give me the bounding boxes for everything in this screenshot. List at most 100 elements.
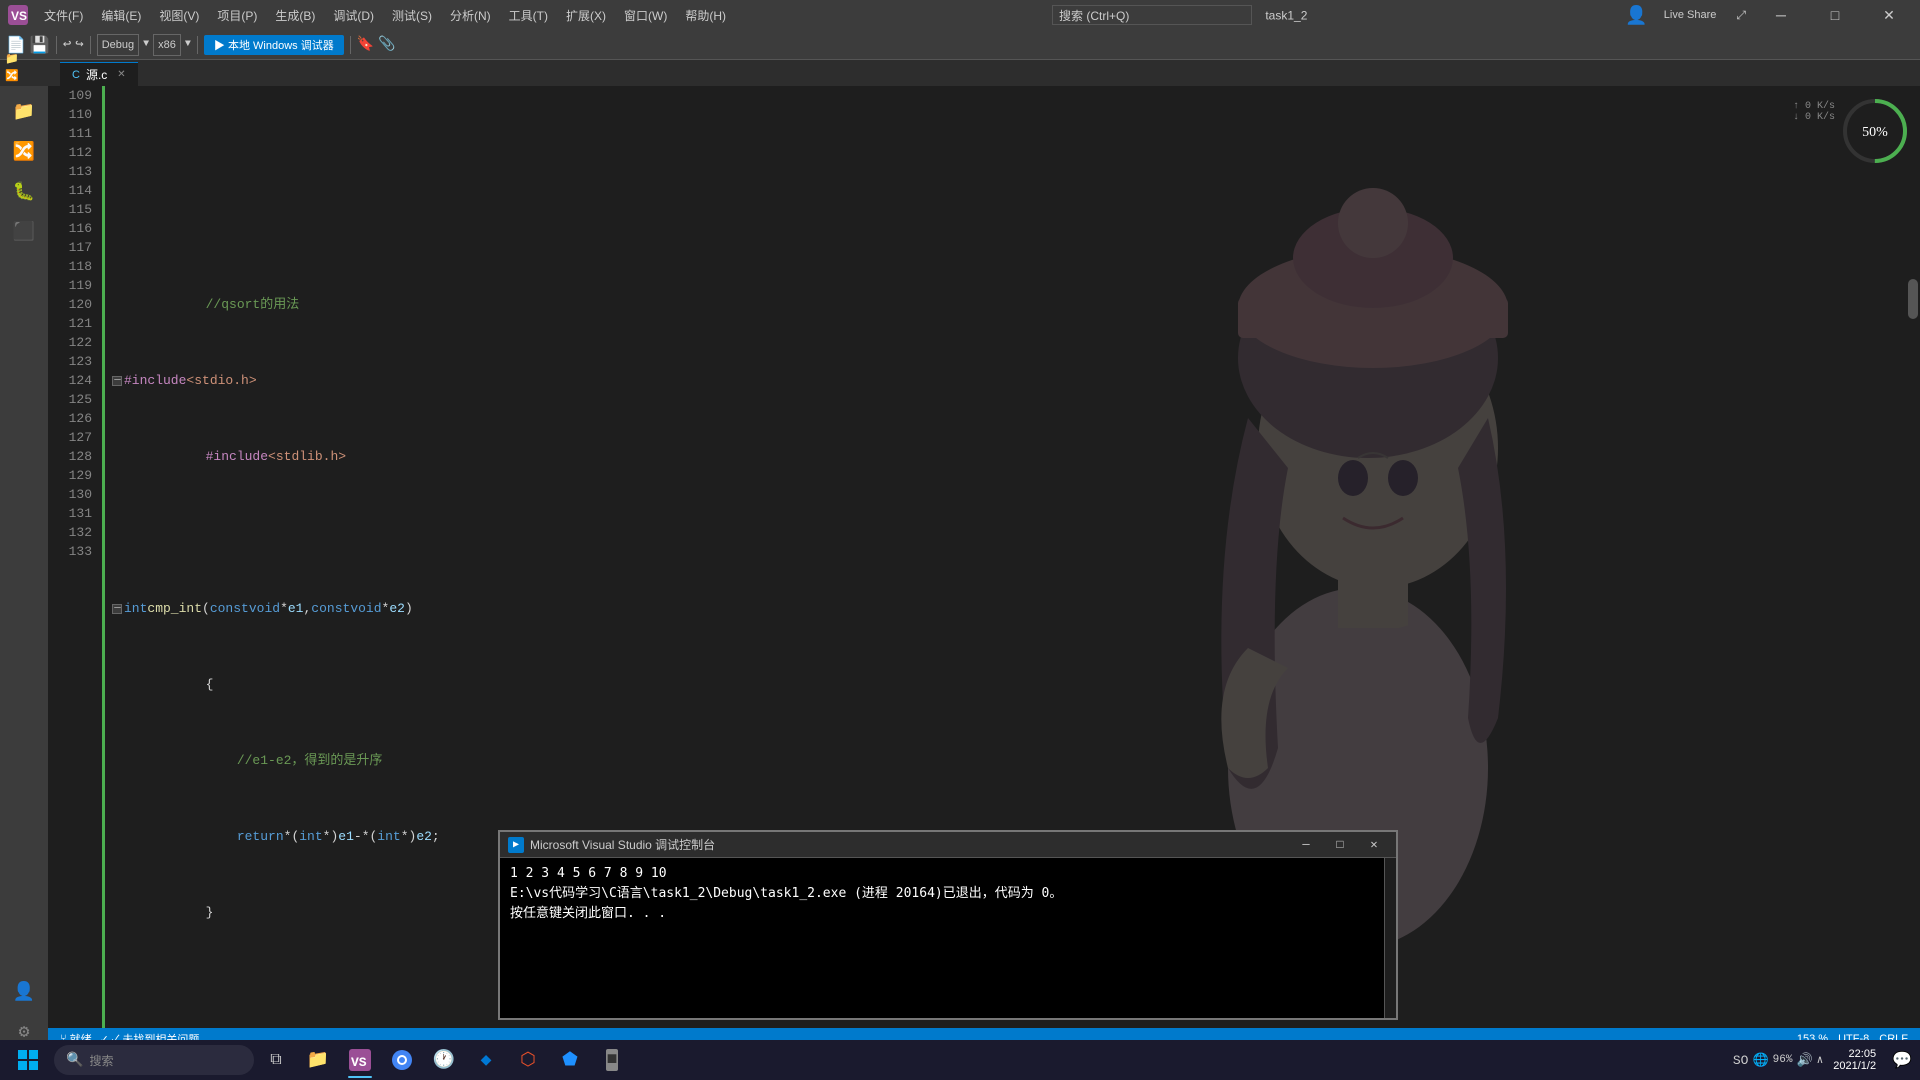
source-control-icon[interactable]: 🔀	[2, 68, 22, 84]
run-debugger-btn[interactable]: ▶ 本地 Windows 调试器	[204, 35, 344, 55]
search-box[interactable]	[1052, 5, 1252, 25]
window-title-label: task1_2	[1265, 9, 1307, 23]
sidebar-account-icon[interactable]: 👤	[6, 974, 42, 1010]
menu-window[interactable]: 窗口(W)	[616, 5, 675, 26]
tab-source-c[interactable]: C 源.c ✕	[60, 62, 138, 86]
platform-arrow: ▼	[185, 39, 191, 50]
sidebar-explorer-icon[interactable]: 📁	[6, 94, 42, 130]
clock: 22:05	[1833, 1048, 1876, 1060]
taskbar-right: SO 🌐 96% 🔊 ∧ 22:05 2021/1/2 💬	[1727, 1048, 1916, 1072]
fold-112[interactable]: －	[112, 376, 122, 386]
task-view-icon: ⧉	[270, 1051, 281, 1069]
close-btn[interactable]: ✕	[1866, 0, 1912, 30]
menu-help[interactable]: 帮助(H)	[677, 5, 734, 26]
menu-edit[interactable]: 编辑(E)	[93, 5, 149, 26]
app1-icon: 🕐	[433, 1049, 455, 1071]
expand-icon[interactable]: ⤢	[1732, 8, 1750, 23]
window-title: task1_2	[734, 5, 1625, 25]
explorer-taskbar-icon: 📁	[307, 1049, 329, 1071]
sidebar-debug-icon[interactable]: 🐛	[6, 174, 42, 210]
debug-minimize-btn[interactable]: ─	[1292, 835, 1320, 855]
sidebar-collapse-icons: 📁 🔀	[0, 49, 24, 86]
toolbar: 📄 💾 ↩ ↪ Debug ▼ x86 ▼ ▶ 本地 Windows 调试器 🔖…	[0, 30, 1920, 60]
user-icon[interactable]: 👤	[1625, 5, 1647, 26]
attach-icon[interactable]: 📎	[378, 36, 395, 53]
taskbar: 🔍 搜索 ⧉ 📁 VS 🕐 ◆ ⬡ ⬟ ■ SO	[0, 1040, 1920, 1080]
sidebar-extensions-icon[interactable]: ⬛	[6, 214, 42, 250]
undo-icon[interactable]: ↩	[63, 36, 71, 53]
taskbar-time[interactable]: 22:05 2021/1/2	[1833, 1048, 1884, 1072]
menu-file[interactable]: 文件(F)	[36, 5, 91, 26]
taskbar-app5[interactable]: ■	[592, 1040, 632, 1080]
taskbar-explorer[interactable]: 📁	[298, 1040, 338, 1080]
app4-icon: ⬟	[562, 1049, 578, 1071]
taskbar-app2[interactable]: ◆	[466, 1040, 506, 1080]
vs-taskbar-icon: VS	[349, 1049, 371, 1071]
taskbar-search[interactable]: 🔍 搜索	[54, 1045, 254, 1075]
task-view-btn[interactable]: ⧉	[256, 1040, 296, 1080]
line-numbers: 109 110 111 112 113 114 115 116 117 118 …	[48, 86, 102, 561]
toolbar-sep-4	[350, 36, 351, 54]
code-line-116: {	[112, 675, 1920, 694]
code-line-110	[112, 219, 1920, 238]
app5-icon: ■	[606, 1049, 619, 1071]
download-stat: ↓ 0 K/s	[1793, 112, 1835, 123]
code-line-114	[112, 523, 1920, 542]
menu-test[interactable]: 测试(S)	[384, 5, 440, 26]
debug-config-dropdown[interactable]: Debug	[97, 34, 139, 56]
taskbar-app3[interactable]: ⬡	[508, 1040, 548, 1080]
menu-extensions[interactable]: 扩展(X)	[558, 5, 614, 26]
network-icon[interactable]: 🌐	[1752, 1053, 1768, 1068]
maximize-btn[interactable]: □	[1812, 0, 1858, 30]
code-line-112: －#include <stdio.h>	[112, 371, 1920, 390]
debug-maximize-btn[interactable]: □	[1326, 835, 1354, 855]
menu-build[interactable]: 生成(B)	[267, 5, 323, 26]
menu-project[interactable]: 项目(P)	[209, 5, 265, 26]
menu-view[interactable]: 视图(V)	[151, 5, 207, 26]
tab-filename: 源.c	[86, 66, 107, 83]
left-sidebar: 📁 🔀 🐛 ⬛ 👤 ⚙	[0, 86, 48, 1050]
taskbar-app1[interactable]: 🕐	[424, 1040, 464, 1080]
date: 2021/1/2	[1833, 1060, 1876, 1072]
so-icon[interactable]: SO	[1733, 1053, 1749, 1068]
svg-text:VS: VS	[351, 1055, 367, 1070]
taskbar-app4[interactable]: ⬟	[550, 1040, 590, 1080]
start-button[interactable]	[4, 1040, 52, 1080]
app3-icon: ⬡	[520, 1049, 536, 1071]
upload-stat: ↑ 0 K/s	[1793, 101, 1835, 112]
zoom-indicator: 50% ↑ 0 K/s ↓ 0 K/s	[1840, 96, 1910, 166]
up-arrow[interactable]: ∧	[1817, 1053, 1824, 1067]
redo-icon[interactable]: ↪	[75, 36, 83, 53]
tab-close-icon[interactable]: ✕	[117, 69, 125, 80]
live-share-btn[interactable]: Live Share	[1656, 0, 1725, 30]
explorer-icon[interactable]: 📁	[2, 51, 22, 67]
tab-bar: 📁 🔀 C 源.c ✕	[0, 60, 1920, 86]
minimize-btn[interactable]: ─	[1758, 0, 1804, 30]
vs-logo: VS	[8, 5, 28, 25]
volume-icon[interactable]: 🔊	[1796, 1053, 1812, 1068]
title-bar-left: VS 文件(F) 编辑(E) 视图(V) 项目(P) 生成(B) 调试(D) 测…	[8, 5, 734, 26]
code-line-115: －int cmp_int(const void* e1, const void*…	[112, 599, 1920, 618]
taskbar-chrome[interactable]	[382, 1040, 422, 1080]
toolbar-sep-2	[90, 36, 91, 54]
platform-dropdown[interactable]: x86	[153, 34, 181, 56]
editor-area: 109 110 111 112 113 114 115 116 117 118 …	[48, 86, 1920, 1050]
network-stats: ↑ 0 K/s ↓ 0 K/s	[1793, 101, 1835, 123]
debug-body: 1 2 3 4 5 6 7 8 9 10 E:\vs代码学习\C语言\task1…	[500, 858, 1396, 1018]
windows-logo	[18, 1050, 38, 1070]
bookmark-icon[interactable]: 🔖	[357, 36, 374, 53]
menu-debug[interactable]: 调试(D)	[325, 5, 382, 26]
c-file-icon: C	[72, 69, 80, 81]
debug-output: 1 2 3 4 5 6 7 8 9 10 E:\vs代码学习\C语言\task1…	[500, 858, 1384, 1018]
notification-icon[interactable]: 💬	[1888, 1050, 1916, 1070]
menu-analyze[interactable]: 分析(N)	[442, 5, 499, 26]
debug-close-btn[interactable]: ✕	[1360, 835, 1388, 855]
menu-tools[interactable]: 工具(T)	[501, 5, 556, 26]
code-line-113: #include <stdlib.h>	[112, 447, 1920, 466]
sidebar-git-icon[interactable]: 🔀	[6, 134, 42, 170]
debug-scrollbar[interactable]	[1384, 858, 1396, 1018]
taskbar-vs[interactable]: VS	[340, 1040, 380, 1080]
save-icon[interactable]: 💾	[30, 35, 50, 55]
fold-115[interactable]: －	[112, 604, 122, 614]
toolbar-sep-3	[197, 36, 198, 54]
